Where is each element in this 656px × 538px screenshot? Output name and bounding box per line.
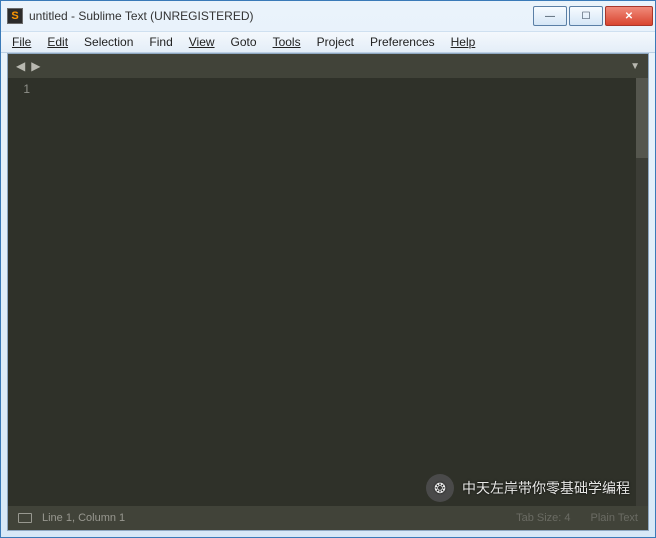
scrollbar-thumb[interactable] bbox=[636, 78, 648, 158]
status-bar: Line 1, Column 1 Tab Size: 4 Plain Text bbox=[8, 506, 648, 530]
code-editor[interactable] bbox=[38, 78, 636, 506]
menu-preferences[interactable]: Preferences bbox=[363, 33, 442, 51]
menu-edit[interactable]: Edit bbox=[40, 33, 75, 51]
menu-file[interactable]: File bbox=[5, 33, 38, 51]
tab-dropdown-icon[interactable]: ▼ bbox=[630, 61, 640, 72]
menu-selection[interactable]: Selection bbox=[77, 33, 140, 51]
status-cursor-position: Line 1, Column 1 bbox=[42, 512, 125, 524]
app-icon: S bbox=[7, 8, 23, 24]
window: S untitled - Sublime Text (UNREGISTERED)… bbox=[0, 0, 656, 538]
menu-goto[interactable]: Goto bbox=[224, 33, 264, 51]
tab-nav-right-icon[interactable]: ▶ bbox=[31, 59, 40, 73]
window-controls: — ☐ ✕ bbox=[533, 6, 653, 26]
menu-tools[interactable]: Tools bbox=[266, 33, 308, 51]
client-area: ◀ ▶ ▼ 1 ❂ 中天左岸带你零基础学编程 Line 1, Column 1 … bbox=[7, 53, 649, 531]
minimize-button[interactable]: — bbox=[533, 6, 567, 26]
tab-nav-left-icon[interactable]: ◀ bbox=[16, 59, 25, 73]
vertical-scrollbar[interactable] bbox=[636, 78, 648, 506]
menu-project[interactable]: Project bbox=[310, 33, 361, 51]
gutter: 1 bbox=[8, 78, 38, 506]
window-title: untitled - Sublime Text (UNREGISTERED) bbox=[29, 9, 254, 23]
menu-find[interactable]: Find bbox=[142, 33, 179, 51]
gutter-line-number: 1 bbox=[8, 82, 30, 96]
status-syntax[interactable]: Plain Text bbox=[591, 512, 639, 524]
status-tab-size[interactable]: Tab Size: 4 bbox=[516, 512, 570, 524]
titlebar: S untitled - Sublime Text (UNREGISTERED)… bbox=[1, 1, 655, 31]
close-button[interactable]: ✕ bbox=[605, 6, 653, 26]
panel-switcher-icon[interactable] bbox=[18, 513, 32, 523]
menu-view[interactable]: View bbox=[182, 33, 222, 51]
editor-area: 1 bbox=[8, 78, 648, 506]
menu-help[interactable]: Help bbox=[444, 33, 483, 51]
maximize-button[interactable]: ☐ bbox=[569, 6, 603, 26]
menubar: File Edit Selection Find View Goto Tools… bbox=[1, 31, 655, 53]
tab-strip: ◀ ▶ ▼ bbox=[8, 54, 648, 78]
